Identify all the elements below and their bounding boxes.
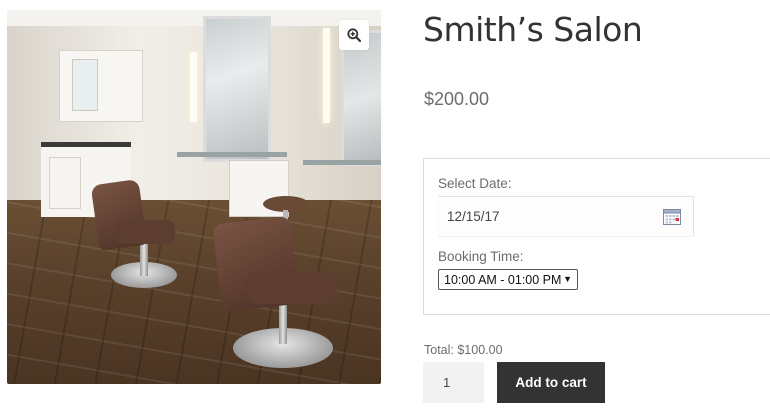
date-value: 12/15/17 xyxy=(447,209,500,224)
photo-lamp xyxy=(190,52,197,122)
dropdown-arrow-icon: ▼ xyxy=(563,274,572,284)
photo-shelf xyxy=(177,152,287,157)
photo-mirror xyxy=(203,16,271,162)
date-picker-field[interactable]: 12/15/17 xyxy=(438,196,694,237)
booking-time-value: 10:00 AM - 01:00 PM xyxy=(444,272,562,287)
photo-mirror xyxy=(341,30,381,166)
photo-chair-seat xyxy=(247,272,337,304)
photo-shelf xyxy=(303,160,381,165)
zoom-in-icon[interactable] xyxy=(339,20,369,50)
calendar-icon[interactable] xyxy=(663,208,681,225)
quantity-input[interactable] xyxy=(423,362,484,403)
photo-ceiling xyxy=(7,10,381,26)
product-image[interactable] xyxy=(7,10,381,384)
photo-chair-seat xyxy=(115,220,175,244)
add-to-cart-button[interactable]: Add to cart xyxy=(497,362,605,403)
photo-chair-pole xyxy=(140,242,148,276)
booking-total: Total: $100.00 xyxy=(424,343,503,357)
booking-time-select[interactable]: 10:00 AM - 01:00 PM ▼ xyxy=(438,269,578,290)
photo-upper-cabinet xyxy=(59,50,143,122)
photo-lamp xyxy=(323,28,330,123)
photo-chair-pole xyxy=(279,302,287,344)
product-title: Smith’s Salon xyxy=(423,10,643,49)
booking-time-label: Booking Time: xyxy=(438,249,524,264)
select-date-label: Select Date: xyxy=(438,176,512,191)
product-price: $200.00 xyxy=(424,89,490,109)
